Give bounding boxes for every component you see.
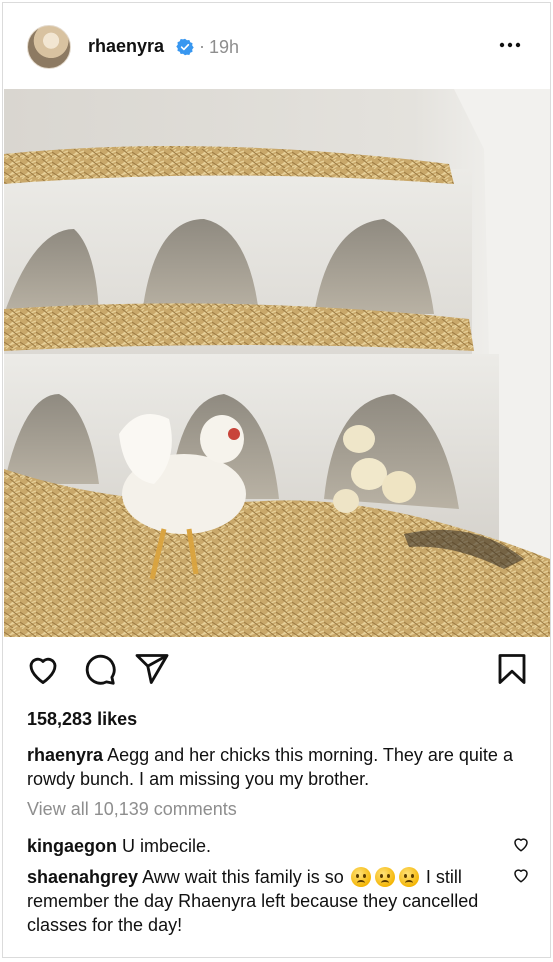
comment-text-before: Aww wait this family is so	[142, 867, 344, 887]
share-icon[interactable]	[134, 651, 170, 687]
separator-dot: ·	[199, 36, 205, 56]
more-options-icon[interactable]	[498, 33, 522, 57]
comment-like-icon[interactable]	[512, 835, 530, 853]
action-bar	[3, 643, 550, 699]
frowning-face-emoji-icon	[374, 867, 395, 887]
username[interactable]: rhaenyra	[88, 36, 164, 57]
comment-item: shaenahgrey Aww wait this family is so I…	[27, 865, 497, 937]
caption-username[interactable]: rhaenyra	[27, 745, 103, 765]
post-header: rhaenyra · 19h	[3, 3, 550, 89]
post-photo[interactable]	[4, 89, 550, 637]
bookmark-icon[interactable]	[494, 651, 530, 687]
comment-username[interactable]: shaenahgrey	[27, 867, 138, 887]
frowning-face-emoji-icon	[398, 867, 419, 887]
view-all-comments-link[interactable]: View all 10,139 comments	[27, 799, 237, 820]
frowning-face-emoji-icon	[350, 867, 371, 887]
avatar[interactable]	[27, 25, 71, 69]
comment-icon[interactable]	[81, 651, 117, 687]
heart-icon[interactable]	[25, 651, 61, 687]
verified-badge-icon	[176, 38, 194, 56]
comment-username[interactable]: kingaegon	[27, 836, 117, 856]
comment-item: kingaegon U imbecile.	[27, 834, 497, 858]
post-card: rhaenyra · 19h 158,283 likes rhaenyra Ae…	[2, 2, 551, 958]
like-count[interactable]: 158,283 likes	[27, 709, 137, 730]
post-time: 19h	[209, 37, 240, 57]
comment-like-icon[interactable]	[512, 866, 530, 884]
caption: rhaenyra Aegg and her chicks this mornin…	[27, 743, 517, 791]
comment-text: U imbecile.	[122, 836, 212, 856]
